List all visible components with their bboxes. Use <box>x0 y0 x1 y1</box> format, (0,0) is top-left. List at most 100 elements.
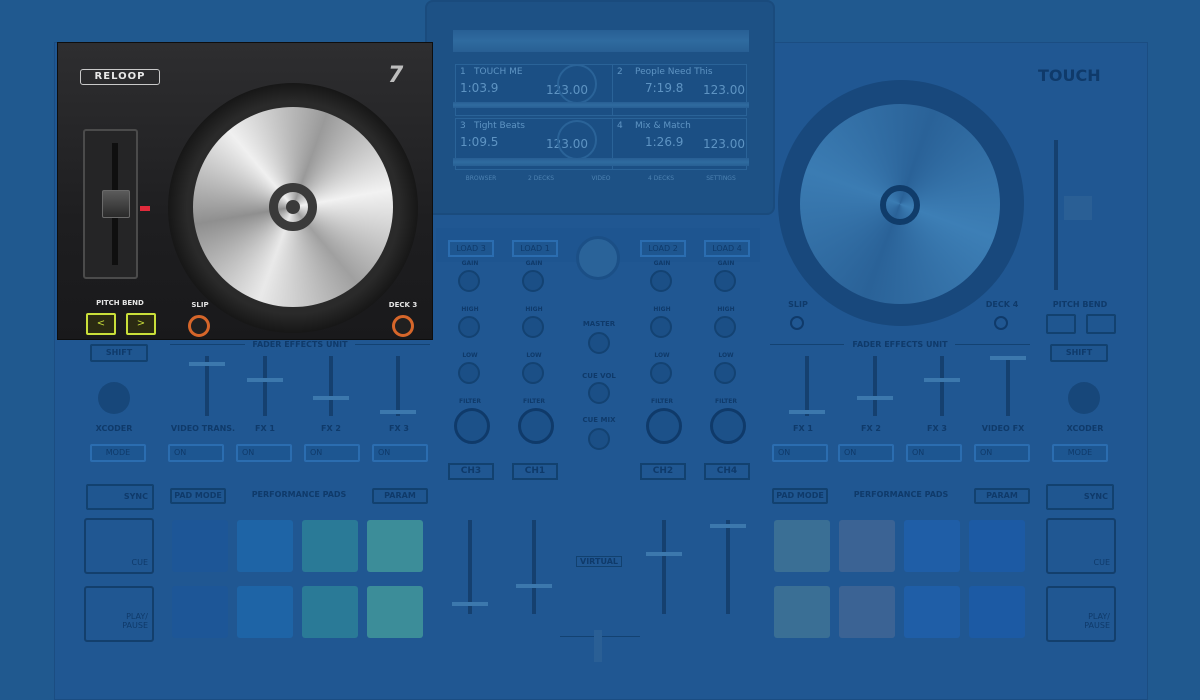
ch1-low-knob[interactable] <box>522 362 544 384</box>
ch4-volume-fader[interactable] <box>710 524 746 528</box>
left-fx3-on-button[interactable]: ON <box>372 444 428 462</box>
right-xcoder-knob[interactable] <box>1068 382 1100 414</box>
left-fx1-on-button[interactable]: ON <box>236 444 292 462</box>
ch4-high-knob[interactable] <box>714 316 736 338</box>
right-sync-button[interactable]: SYNC <box>1046 484 1114 510</box>
right-slip-button[interactable] <box>790 316 804 330</box>
right-fx2-fader-cap[interactable] <box>857 396 893 400</box>
pitch-fader-cap[interactable] <box>102 190 130 218</box>
left-xcoder-knob[interactable] <box>98 382 130 414</box>
left-pad-mode-button[interactable]: PAD MODE <box>170 488 226 504</box>
ch4-cue-button[interactable]: CH4 <box>704 463 750 480</box>
right-performance-pad-2[interactable] <box>839 520 895 572</box>
ch1-gain-label: GAIN <box>525 260 543 267</box>
left-param-button[interactable]: PARAM <box>372 488 428 504</box>
left-videotrans-fader-cap[interactable] <box>189 362 225 366</box>
cue-mix-knob[interactable] <box>588 428 610 450</box>
left-mode-button[interactable]: MODE <box>90 444 146 462</box>
right-fx2-on-button[interactable]: ON <box>838 444 894 462</box>
two-decks-button[interactable]: 2 DECKS <box>513 172 569 186</box>
left-videotrans-on-button[interactable]: ON <box>168 444 224 462</box>
left-fx2-fader-cap[interactable] <box>313 396 349 400</box>
ch1-cue-button[interactable]: CH1 <box>512 463 558 480</box>
left-performance-pad-8[interactable] <box>367 586 423 638</box>
right-performance-pad-3[interactable] <box>904 520 960 572</box>
left-sync-button[interactable]: SYNC <box>86 484 154 510</box>
ch3-volume-fader[interactable] <box>452 602 488 606</box>
left-performance-pad-3[interactable] <box>302 520 358 572</box>
crossfader[interactable] <box>594 630 602 662</box>
right-performance-pad-5[interactable] <box>774 586 830 638</box>
right-performance-pad-8[interactable] <box>969 586 1025 638</box>
right-pitch-plus-button[interactable] <box>1086 314 1116 334</box>
ch2-cue-button[interactable]: CH2 <box>640 463 686 480</box>
left-performance-pad-1[interactable] <box>172 520 228 572</box>
ch2-volume-fader[interactable] <box>646 552 682 556</box>
right-fx1-fader-cap[interactable] <box>789 410 825 414</box>
right-videofx-on-button[interactable]: ON <box>974 444 1030 462</box>
right-performance-pad-4[interactable] <box>969 520 1025 572</box>
ch1-volume-fader[interactable] <box>516 584 552 588</box>
right-pitch-minus-button[interactable] <box>1046 314 1076 334</box>
left-cue-button[interactable]: CUE <box>84 518 154 574</box>
left-fx2-on-button[interactable]: ON <box>304 444 360 462</box>
ch2-gain-knob[interactable] <box>650 270 672 292</box>
left-performance-pad-7[interactable] <box>302 586 358 638</box>
cue-vol-knob[interactable] <box>588 382 610 404</box>
pitch-bend-plus-button[interactable]: > <box>126 313 156 335</box>
ch3-filter-knob[interactable] <box>454 408 490 444</box>
left-shift-button[interactable]: SHIFT <box>90 344 148 362</box>
slip-button[interactable] <box>188 315 210 337</box>
load1-button[interactable]: LOAD 1 <box>512 240 558 257</box>
ch1-high-knob[interactable] <box>522 316 544 338</box>
right-cue-button[interactable]: CUE <box>1046 518 1116 574</box>
ch1-gain-knob[interactable] <box>522 270 544 292</box>
right-fx1-on-button[interactable]: ON <box>772 444 828 462</box>
right-mode-button[interactable]: MODE <box>1052 444 1108 462</box>
left-fx1-fader-cap[interactable] <box>247 378 283 382</box>
ch4-filter-knob[interactable] <box>710 408 746 444</box>
right-play-pause-button[interactable]: PLAY/ PAUSE <box>1046 586 1116 642</box>
right-fx3-on-button[interactable]: ON <box>906 444 962 462</box>
right-videofx-fader-cap[interactable] <box>990 356 1026 360</box>
right-performance-pad-1[interactable] <box>774 520 830 572</box>
settings-button[interactable]: SETTINGS <box>693 172 749 186</box>
four-decks-button[interactable]: 4 DECKS <box>633 172 689 186</box>
pitch-bend-minus-button[interactable]: < <box>86 313 116 335</box>
left-performance-pad-5[interactable] <box>172 586 228 638</box>
touch-screen[interactable]: 1 TOUCH ME 1:03.9 123.00 2 People Need T… <box>425 0 775 215</box>
ch3-gain-knob[interactable] <box>458 270 480 292</box>
ch4-low-knob[interactable] <box>714 362 736 384</box>
deck4-button[interactable] <box>994 316 1008 330</box>
ch1-filter-knob[interactable] <box>518 408 554 444</box>
right-pitch-fader[interactable] <box>1064 196 1092 220</box>
ch3-high-knob[interactable] <box>458 316 480 338</box>
left-performance-pad-2[interactable] <box>237 520 293 572</box>
ch2-high-knob[interactable] <box>650 316 672 338</box>
deck3-button[interactable] <box>392 315 414 337</box>
browser-button[interactable]: BROWSER <box>453 172 509 186</box>
ch2-filter-knob[interactable] <box>646 408 682 444</box>
right-jog-center-icon <box>880 185 920 225</box>
left-performance-pad-6[interactable] <box>237 586 293 638</box>
load3-button[interactable]: LOAD 3 <box>448 240 494 257</box>
ch4-gain-knob[interactable] <box>714 270 736 292</box>
left-xcoder-label: XCODER <box>95 424 133 433</box>
right-param-button[interactable]: PARAM <box>974 488 1030 504</box>
right-performance-pad-7[interactable] <box>904 586 960 638</box>
right-pad-mode-button[interactable]: PAD MODE <box>772 488 828 504</box>
right-fx3-fader-cap[interactable] <box>924 378 960 382</box>
deck-waveform-bottom <box>453 158 749 166</box>
video-button[interactable]: VIDEO <box>573 172 629 186</box>
left-performance-pad-4[interactable] <box>367 520 423 572</box>
ch3-cue-button[interactable]: CH3 <box>448 463 494 480</box>
right-performance-pad-6[interactable] <box>839 586 895 638</box>
left-fx3-fader-cap[interactable] <box>380 410 416 414</box>
ch2-low-knob[interactable] <box>650 362 672 384</box>
left-play-pause-button[interactable]: PLAY/ PAUSE <box>84 586 154 642</box>
load4-button[interactable]: LOAD 4 <box>704 240 750 257</box>
load2-button[interactable]: LOAD 2 <box>640 240 686 257</box>
right-shift-button[interactable]: SHIFT <box>1050 344 1108 362</box>
ch3-low-knob[interactable] <box>458 362 480 384</box>
master-knob[interactable] <box>588 332 610 354</box>
